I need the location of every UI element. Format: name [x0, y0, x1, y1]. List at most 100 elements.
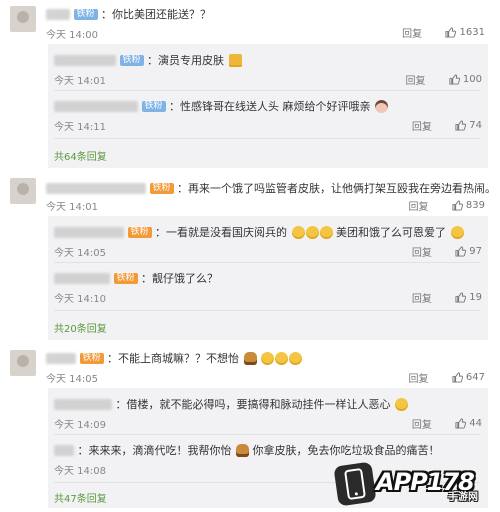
thumbs-up-icon [449, 74, 460, 85]
like-button[interactable]: 19 [455, 292, 482, 304]
comment-header: 铁粉 ：不能上商城嘛？？不想怡 [46, 350, 303, 366]
reply-time: 今天 14:11 [54, 122, 106, 133]
divider [54, 310, 480, 311]
crown-emoji-icon [228, 53, 242, 67]
face-emoji-icon [275, 351, 289, 365]
reply-button[interactable]: 回复 [412, 122, 432, 133]
avatar[interactable] [10, 350, 36, 376]
reply-text: 你拿皮肤，免去你吃垃圾食品的痛苦！ [252, 444, 440, 457]
reply-time: 今天 14:08 [54, 466, 106, 477]
reply-button[interactable]: 回复 [412, 420, 432, 431]
reply-button[interactable]: 回复 [406, 76, 426, 87]
comment-time: 今天 14:01 [46, 202, 98, 213]
username-blurred[interactable] [54, 272, 110, 284]
divider [54, 90, 480, 91]
fan-badge: 铁粉 [149, 182, 174, 194]
like-button[interactable]: 647 [452, 372, 485, 384]
avatar[interactable] [10, 6, 36, 32]
watermark-subtitle: 手游网 [448, 492, 478, 503]
username-blurred[interactable] [46, 8, 70, 20]
divider [54, 138, 480, 139]
username-blurred[interactable] [54, 444, 74, 456]
reply-button[interactable]: 回复 [409, 202, 429, 213]
reply-button[interactable]: 回复 [412, 248, 432, 259]
thumbs-up-icon [452, 372, 463, 383]
like-button[interactable]: 44 [455, 418, 482, 430]
thumbs-up-icon [455, 292, 467, 303]
avatar[interactable] [10, 178, 36, 204]
dog-emoji-icon [291, 225, 305, 239]
fan-badge: 铁粉 [79, 352, 104, 364]
fan-badge: 铁粉 [73, 8, 98, 20]
like-count: 1631 [459, 26, 485, 38]
reply-button[interactable]: 回复 [412, 294, 432, 305]
thumbs-up-icon [455, 418, 467, 429]
reply-time: 今天 14:01 [54, 76, 106, 87]
divider [54, 434, 480, 435]
comment-text: ：再来一个饿了吗监管者皮肤，让他俩打架互殴我在旁边看热闹。 [177, 182, 497, 195]
fan-badge: 铁粉 [113, 272, 138, 284]
reply-text: ：性感锋哥在线送人头 麻烦给个好评哦亲 [169, 100, 371, 113]
reply-text: ：来来来，滴滴代吃！我帮你怡 [77, 444, 232, 457]
like-count: 647 [465, 371, 485, 383]
app178-watermark-logo: APP178 手游网 [333, 461, 496, 508]
more-replies-link[interactable]: 共64条回复 [54, 148, 107, 163]
face-emoji-icon [289, 351, 303, 365]
username-blurred[interactable] [54, 398, 112, 410]
more-replies-link[interactable]: 共47条回复 [54, 490, 107, 505]
like-count: 97 [469, 245, 482, 257]
fan-badge: 铁粉 [127, 226, 152, 238]
thumbs-up-icon [455, 246, 467, 257]
reply-list: 铁粉 ：演员专用皮肤 今天 14:01 回复 100 铁粉 ：性感锋哥在线送人头… [48, 44, 488, 168]
reply-time: 今天 14:10 [54, 294, 106, 305]
reply-text: 美团和饿了么可恩爱了 [336, 226, 447, 239]
username-blurred[interactable] [46, 182, 146, 194]
dog-emoji-icon [450, 225, 464, 239]
reply-list: 铁粉 ：一看就是没看国庆阅兵的 美团和饿了么可恩爱了 今天 14:05 回复 9… [48, 216, 488, 340]
fan-badge: 铁粉 [141, 100, 166, 112]
like-button[interactable]: 100 [449, 74, 482, 86]
dog-emoji-icon [305, 225, 319, 239]
like-button[interactable]: 839 [452, 200, 485, 212]
like-button[interactable]: 97 [455, 246, 482, 258]
username-blurred[interactable] [54, 100, 138, 112]
username-blurred[interactable] [54, 54, 116, 66]
like-button[interactable]: 1631 [445, 27, 485, 39]
reply-text: ：演员专用皮肤 [147, 54, 225, 67]
like-count: 839 [465, 199, 485, 211]
emoji-icon [395, 397, 408, 411]
reply-text: ：靓仔饿了么？ [141, 272, 219, 285]
username-blurred[interactable] [54, 226, 124, 238]
like-count: 74 [469, 119, 482, 131]
comment-time: 今天 14:05 [46, 374, 98, 385]
burger-emoji-icon [236, 443, 249, 457]
comment-actions: 回复 1631 [402, 25, 485, 40]
thumbs-up-icon [452, 200, 463, 211]
like-count: 100 [462, 73, 482, 85]
dog-emoji-icon [319, 225, 333, 239]
comment-header: 铁粉 ：你比美团还能送？？ [46, 6, 211, 22]
divider [54, 262, 480, 263]
reply-text: ：一看就是没看国庆阅兵的 [155, 226, 288, 239]
reply-button[interactable]: 回复 [402, 29, 422, 40]
username-blurred[interactable] [46, 352, 76, 364]
like-count: 44 [469, 417, 482, 429]
reply-text: ：借楼，就不能必得吗，要搞得和脉动挂件一样让人恶心 [115, 398, 391, 411]
fan-badge: 铁粉 [119, 54, 144, 66]
comment-time: 今天 14:00 [46, 30, 98, 41]
phone-logo-icon [333, 461, 377, 507]
emoji-icon [375, 99, 389, 113]
burger-emoji-icon [243, 351, 257, 365]
comment-header: 铁粉 ：再来一个饿了吗监管者皮肤，让他俩打架互殴我在旁边看热闹。 [46, 180, 496, 196]
face-emoji-icon [261, 351, 275, 365]
like-count: 19 [469, 291, 482, 303]
thumbs-up-icon [455, 120, 467, 131]
reply-button[interactable]: 回复 [409, 374, 429, 385]
more-replies-link[interactable]: 共20条回复 [54, 320, 107, 335]
phone-icon [344, 468, 366, 500]
reply-time: 今天 14:09 [54, 420, 106, 431]
like-button[interactable]: 74 [455, 120, 482, 132]
comment-text: ：你比美团还能送？？ [101, 8, 212, 21]
reply-time: 今天 14:05 [54, 248, 106, 259]
comment-text: ：不能上商城嘛？？不想怡 [107, 352, 240, 365]
